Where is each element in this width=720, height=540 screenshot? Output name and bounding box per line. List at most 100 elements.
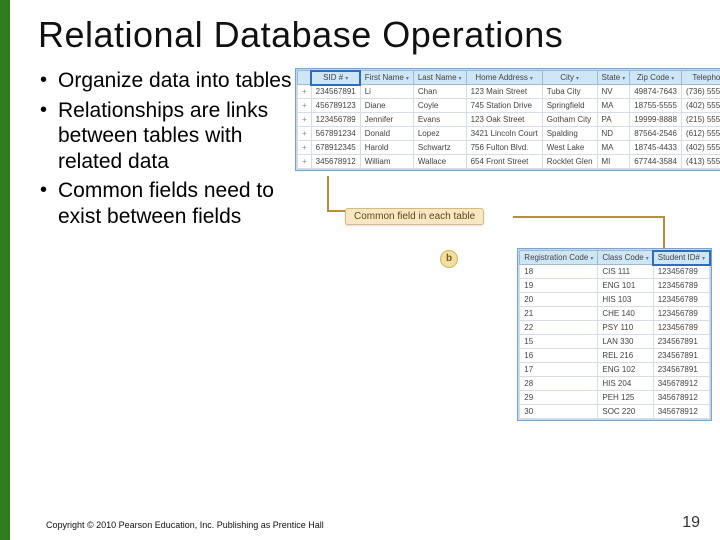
- table-cell: PEH 125: [598, 391, 653, 405]
- table-cell: 234567891: [311, 85, 360, 99]
- table-row: 19ENG 101123456789: [520, 279, 710, 293]
- slide-title: Relational Database Operations: [38, 14, 720, 56]
- table-cell: +: [298, 85, 312, 99]
- col-address: Home Address▾: [466, 71, 542, 85]
- table-cell: +: [298, 127, 312, 141]
- table-cell: ENG 101: [598, 279, 653, 293]
- table-cell: 123456789: [653, 307, 709, 321]
- table-cell: Wallace: [413, 155, 466, 169]
- table-cell: 567891234: [311, 127, 360, 141]
- table-row: 18CIS 111123456789: [520, 265, 710, 279]
- table-cell: 745 Station Drive: [466, 99, 542, 113]
- connector-line: [663, 216, 665, 252]
- table-cell: (402) 555-3294: [681, 141, 720, 155]
- table-cell: Rocklet Glen: [542, 155, 597, 169]
- table-cell: (215) 555-1345: [681, 113, 720, 127]
- table-cell: 345678912: [653, 377, 709, 391]
- table-cell: MA: [597, 141, 630, 155]
- table-cell: 654 Front Street: [466, 155, 542, 169]
- col-sid: SID #▾: [311, 71, 360, 85]
- col-tel: Telephone▾: [681, 71, 720, 85]
- table-cell: 49874-7643: [630, 85, 682, 99]
- table-row: 21CHE 140123456789: [520, 307, 710, 321]
- table-cell: ENG 102: [598, 363, 653, 377]
- page-number: 19: [682, 514, 700, 532]
- table-cell: 123 Main Street: [466, 85, 542, 99]
- table-cell: PSY 110: [598, 321, 653, 335]
- table-cell: Jennifer: [360, 113, 413, 127]
- table-cell: Schwartz: [413, 141, 466, 155]
- table-cell: 756 Fulton Blvd.: [466, 141, 542, 155]
- table-cell: 18755-5555: [630, 99, 682, 113]
- connector-line: [513, 216, 663, 218]
- table-cell: 123456789: [653, 293, 709, 307]
- table-row: 15LAN 330234567891: [520, 335, 710, 349]
- table-cell: NV: [597, 85, 630, 99]
- table-cell: 16: [520, 349, 598, 363]
- table-a: SID #▾ First Name▾ Last Name▾ Home Addre…: [297, 70, 720, 169]
- table-row: 17ENG 102234567891: [520, 363, 710, 377]
- table-cell: William: [360, 155, 413, 169]
- table-cell: +: [298, 141, 312, 155]
- accent-bar: [0, 0, 10, 540]
- table-cell: Coyle: [413, 99, 466, 113]
- table-cell: 28: [520, 377, 598, 391]
- bullet-list: Organize data into tables Relationships …: [40, 68, 295, 234]
- table-cell: Diane: [360, 99, 413, 113]
- table-cell: 345678912: [653, 405, 709, 419]
- col-classcode: Class Code▾: [598, 251, 653, 265]
- table-cell: 87564-2546: [630, 127, 682, 141]
- table-cell: 67744-3584: [630, 155, 682, 169]
- table-cell: 30: [520, 405, 598, 419]
- table-a-wrap: SID #▾ First Name▾ Last Name▾ Home Addre…: [295, 68, 720, 171]
- table-cell: 234567891: [653, 363, 709, 377]
- table-cell: (612) 555-9312: [681, 127, 720, 141]
- table-cell: Spalding: [542, 127, 597, 141]
- table-cell: 456789123: [311, 99, 360, 113]
- table-cell: PA: [597, 113, 630, 127]
- bullet-item: Organize data into tables: [40, 68, 295, 94]
- figure-area: SID #▾ First Name▾ Last Name▾ Home Addre…: [295, 68, 714, 234]
- table-row: 16REL 216234567891: [520, 349, 710, 363]
- table-cell: Evans: [413, 113, 466, 127]
- col-expand: [298, 71, 312, 85]
- table-cell: LAN 330: [598, 335, 653, 349]
- bullet-item: Common fields need to exist between fiel…: [40, 178, 295, 229]
- table-row: 29PEH 125345678912: [520, 391, 710, 405]
- table-cell: Gotham City: [542, 113, 597, 127]
- table-cell: 19: [520, 279, 598, 293]
- common-field-callout: Common field in each table: [345, 208, 484, 225]
- table-cell: 234567891: [653, 349, 709, 363]
- table-cell: Tuba City: [542, 85, 597, 99]
- table-cell: 22: [520, 321, 598, 335]
- copyright-footer: Copyright © 2010 Pearson Education, Inc.…: [46, 520, 324, 530]
- table-cell: 345678912: [653, 391, 709, 405]
- table-cell: Harold: [360, 141, 413, 155]
- table-b: Registration Code▾ Class Code▾ Student I…: [519, 250, 710, 419]
- table-cell: 3421 Lincoln Court: [466, 127, 542, 141]
- table-cell: Lopez: [413, 127, 466, 141]
- table-header-row: Registration Code▾ Class Code▾ Student I…: [520, 251, 710, 265]
- table-cell: West Lake: [542, 141, 597, 155]
- table-cell: REL 216: [598, 349, 653, 363]
- table-cell: 19999-8888: [630, 113, 682, 127]
- table-row: +123456789JenniferEvans123 Oak StreetGot…: [298, 113, 720, 127]
- table-row: +567891234DonaldLopez3421 Lincoln CourtS…: [298, 127, 720, 141]
- table-cell: Chan: [413, 85, 466, 99]
- table-cell: +: [298, 155, 312, 169]
- table-cell: MA: [597, 99, 630, 113]
- col-zip: Zip Code▾: [630, 71, 682, 85]
- table-row: 22PSY 110123456789: [520, 321, 710, 335]
- table-cell: +: [298, 113, 312, 127]
- table-cell: +: [298, 99, 312, 113]
- table-row: +345678912WilliamWallace654 Front Street…: [298, 155, 720, 169]
- table-cell: 345678912: [311, 155, 360, 169]
- slide: Relational Database Operations Organize …: [10, 0, 720, 540]
- bullet-item: Relationships are links between tables w…: [40, 98, 295, 175]
- table-cell: 123456789: [311, 113, 360, 127]
- table-b-wrap: Registration Code▾ Class Code▾ Student I…: [517, 248, 712, 421]
- table-cell: HIS 204: [598, 377, 653, 391]
- col-state: State▾: [597, 71, 630, 85]
- table-row: 28HIS 204345678912: [520, 377, 710, 391]
- table-cell: SOC 220: [598, 405, 653, 419]
